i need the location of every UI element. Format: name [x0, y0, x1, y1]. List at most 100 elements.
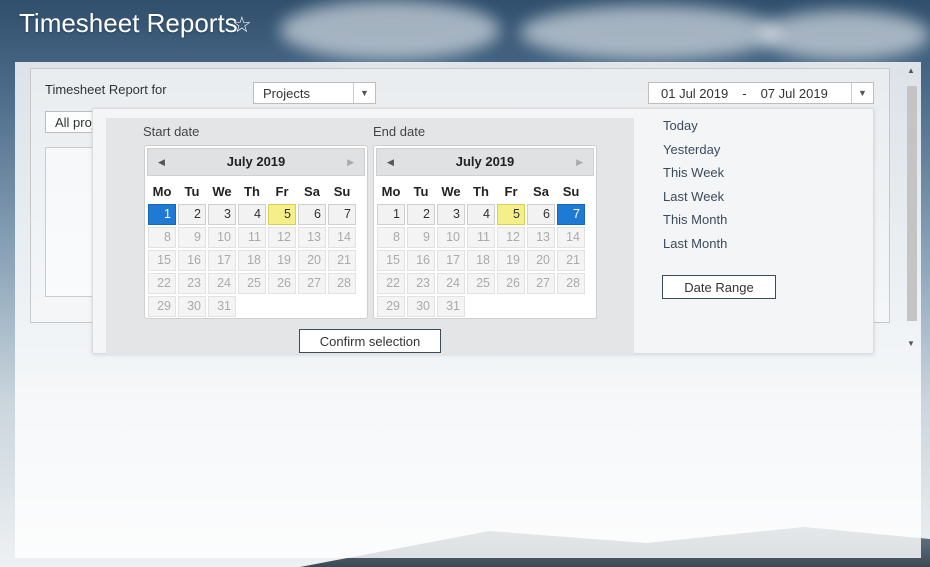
calendar-day[interactable]: 20	[527, 250, 555, 271]
calendar-day[interactable]: 30	[407, 296, 435, 317]
confirm-selection-button[interactable]: Confirm selection	[299, 329, 441, 353]
calendar-day[interactable]: 22	[377, 273, 405, 294]
calendar-day[interactable]: 17	[208, 250, 236, 271]
calendar-day[interactable]: 8	[148, 227, 176, 248]
weekday-header: We	[441, 184, 461, 199]
report-type-value: Projects	[263, 86, 310, 101]
page-title: Timesheet Reports	[19, 8, 238, 38]
calendar-day[interactable]: 28	[328, 273, 356, 294]
prev-month-arrow-icon[interactable]: ◀	[158, 149, 165, 175]
calendar-day[interactable]: 13	[298, 227, 326, 248]
calendar-day[interactable]: 7	[328, 204, 356, 225]
prev-month-arrow-icon[interactable]: ◀	[387, 149, 394, 175]
calendar-day[interactable]: 2	[407, 204, 435, 225]
calendar-day[interactable]: 4	[467, 204, 495, 225]
calendar-day[interactable]: 21	[557, 250, 585, 271]
calendar-day[interactable]: 18	[467, 250, 495, 271]
calendar-day[interactable]: 5	[497, 204, 525, 225]
chevron-down-icon[interactable]: ▼	[353, 83, 375, 103]
preset-yesterday[interactable]: Yesterday	[663, 142, 727, 166]
preset-today[interactable]: Today	[663, 118, 727, 142]
weekday-header: Mo	[152, 184, 172, 199]
calendar-day[interactable]: 7	[557, 204, 585, 225]
calendar-day[interactable]: 15	[377, 250, 405, 271]
calendar-day[interactable]: 14	[328, 227, 356, 248]
calendar-header: ◀ July 2019 ▶	[376, 148, 594, 176]
weekday-header: Sa	[533, 184, 549, 199]
preset-this-week[interactable]: This Week	[663, 165, 727, 189]
calendar-day[interactable]: 13	[527, 227, 555, 248]
calendar-day[interactable]: 3	[208, 204, 236, 225]
scroll-up-arrow-icon[interactable]: ▲	[907, 66, 915, 75]
scroll-down-arrow-icon[interactable]: ▼	[907, 339, 915, 348]
calendar-day[interactable]: 8	[377, 227, 405, 248]
calendar-day[interactable]: 10	[437, 227, 465, 248]
preset-last-week[interactable]: Last Week	[663, 189, 727, 213]
calendar-day[interactable]: 1	[377, 204, 405, 225]
calendar-day[interactable]: 25	[238, 273, 266, 294]
calendar-day[interactable]: 15	[148, 250, 176, 271]
end-calendar: ◀ July 2019 ▶ Mo Tu We Th Fr Sa Su 1 2 3 4 5 6 7 8 9 10 1…	[373, 145, 597, 319]
calendar-day[interactable]: 26	[268, 273, 296, 294]
calendar-day[interactable]: 31	[437, 296, 465, 317]
calendar-day[interactable]: 17	[437, 250, 465, 271]
preset-last-month[interactable]: Last Month	[663, 236, 727, 260]
calendar-day[interactable]: 29	[377, 296, 405, 317]
calendar-day[interactable]: 16	[178, 250, 206, 271]
report-type-select[interactable]: Projects ▼	[253, 82, 376, 104]
calendar-day[interactable]: 1	[148, 204, 176, 225]
chevron-down-icon[interactable]: ▼	[851, 83, 873, 103]
calendar-day[interactable]: 5	[268, 204, 296, 225]
calendar-day[interactable]: 31	[208, 296, 236, 317]
favorite-star-icon[interactable]: ☆	[232, 12, 252, 38]
calendar-day[interactable]: 9	[178, 227, 206, 248]
calendar-day[interactable]: 9	[407, 227, 435, 248]
calendar-day[interactable]: 25	[467, 273, 495, 294]
calendar-day[interactable]: 6	[298, 204, 326, 225]
next-month-arrow-icon[interactable]: ▶	[576, 149, 583, 175]
start-date-label: Start date	[143, 124, 200, 139]
calendar-day[interactable]: 26	[497, 273, 525, 294]
calendar-day[interactable]: 3	[437, 204, 465, 225]
end-date-label: End date	[373, 124, 426, 139]
calendar-day[interactable]: 14	[557, 227, 585, 248]
calendar-day[interactable]: 4	[238, 204, 266, 225]
next-month-arrow-icon[interactable]: ▶	[347, 149, 354, 175]
calendar-day[interactable]: 6	[527, 204, 555, 225]
calendar-month-label: July 2019	[455, 154, 515, 169]
calendar-day[interactable]: 27	[527, 273, 555, 294]
date-range-button[interactable]: Date Range	[662, 275, 776, 299]
calendar-day[interactable]: 28	[557, 273, 585, 294]
background-cloud	[760, 10, 930, 60]
calendar-day[interactable]: 23	[178, 273, 206, 294]
calendar-day[interactable]: 27	[298, 273, 326, 294]
calendar-day[interactable]: 11	[238, 227, 266, 248]
calendar-day[interactable]: 24	[437, 273, 465, 294]
calendar-day[interactable]: 21	[328, 250, 356, 271]
report-for-label: Timesheet Report for	[45, 82, 167, 97]
weekday-header: We	[212, 184, 232, 199]
calendar-day[interactable]: 23	[407, 273, 435, 294]
calendar-day[interactable]: 16	[407, 250, 435, 271]
calendar-day[interactable]: 19	[268, 250, 296, 271]
calendar-day[interactable]: 12	[268, 227, 296, 248]
calendar-day[interactable]: 30	[178, 296, 206, 317]
vertical-scrollbar[interactable]: ▲ ▼	[905, 64, 919, 354]
calendar-day[interactable]: 2	[178, 204, 206, 225]
date-separator: -	[742, 86, 747, 101]
date-to-value: 07 Jul 2019	[760, 86, 828, 101]
calendar-day[interactable]: 19	[497, 250, 525, 271]
calendar-day[interactable]: 20	[298, 250, 326, 271]
calendar-day[interactable]: 18	[238, 250, 266, 271]
calendar-day[interactable]: 12	[497, 227, 525, 248]
calendar-day[interactable]: 22	[148, 273, 176, 294]
start-calendar-grid: Mo Tu We Th Fr Sa Su 1 2 3 4 5 6 7 8 9 10 11 12 13 14 15 16 17 1…	[147, 180, 365, 318]
calendar-day[interactable]: 29	[148, 296, 176, 317]
calendar-day[interactable]: 11	[467, 227, 495, 248]
weekday-header: Fr	[504, 184, 518, 199]
calendar-day[interactable]: 24	[208, 273, 236, 294]
scroll-thumb[interactable]	[907, 86, 917, 321]
calendar-day[interactable]: 10	[208, 227, 236, 248]
preset-this-month[interactable]: This Month	[663, 212, 727, 236]
date-range-select[interactable]: 01 Jul 2019-07 Jul 2019 ▼	[648, 82, 874, 104]
